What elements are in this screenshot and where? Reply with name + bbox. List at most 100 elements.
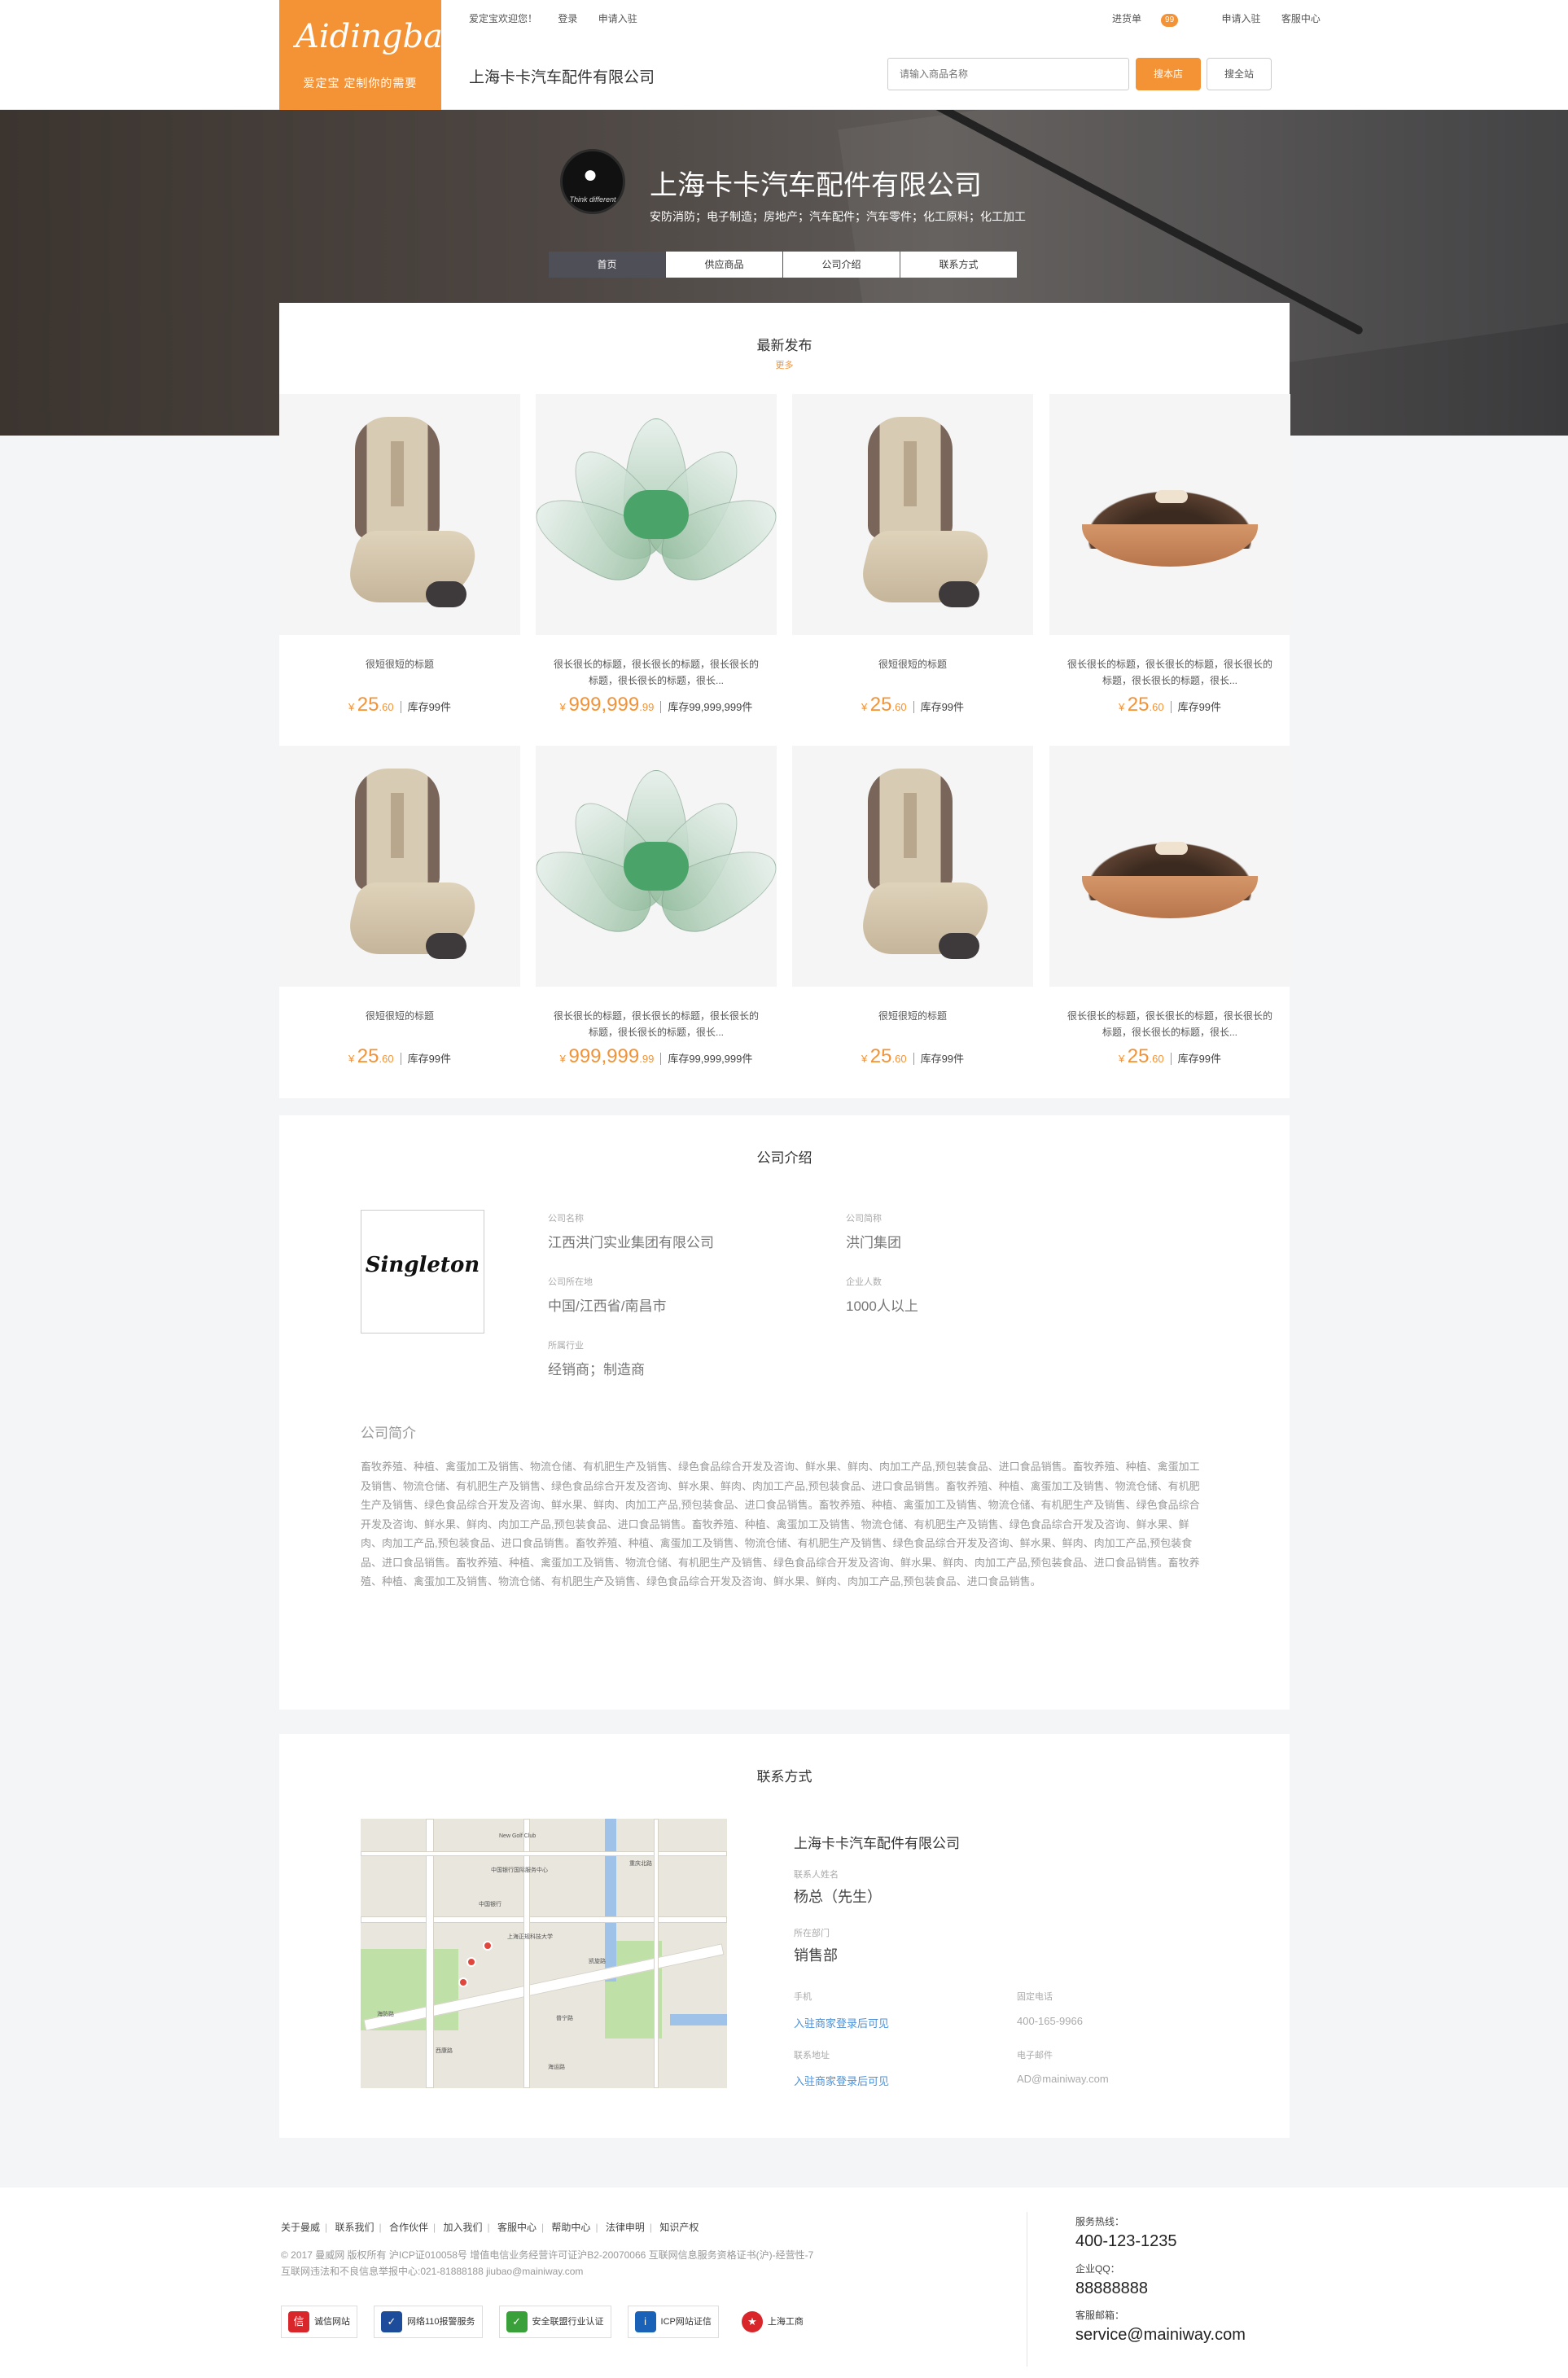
trust-badge[interactable]: 信诚信网站 bbox=[281, 2306, 357, 2338]
contact-email-value: AD@mainiway.com bbox=[1017, 2073, 1109, 2085]
badge-label: 诚信网站 bbox=[314, 2317, 350, 2327]
price-decimal: .60 bbox=[1149, 1053, 1164, 1065]
product-card[interactable]: 很长很长的标题，很长很长的标题，很长很长的标题，很长很长的标题，很长... ¥ 9… bbox=[536, 394, 777, 746]
map-road bbox=[361, 1916, 727, 1923]
footer-link-partners[interactable]: 合作伙伴 bbox=[389, 2222, 428, 2233]
search-all-button[interactable]: 搜全站 bbox=[1207, 58, 1272, 90]
price-integer: 25 bbox=[1127, 694, 1150, 716]
footer-link-service[interactable]: 客服中心 bbox=[497, 2222, 537, 2233]
search-shop-button[interactable]: 搜本店 bbox=[1136, 58, 1201, 90]
product-title[interactable]: 很长很长的标题，很长很长的标题，很长很长的标题，很长很长的标题，很长... bbox=[552, 656, 760, 689]
police-icon: ✓ bbox=[381, 2311, 402, 2332]
price-integer: 25 bbox=[1127, 1045, 1150, 1067]
tab-home[interactable]: 首页 bbox=[549, 252, 665, 278]
shield-icon: ✓ bbox=[506, 2311, 528, 2332]
product-title[interactable]: 很短很短的标题 bbox=[808, 656, 1017, 672]
price-integer: 999,999 bbox=[568, 1045, 640, 1067]
footer-report: 互联网违法和不良信息举报中心:021-81888188 jiubao@maini… bbox=[281, 2266, 584, 2277]
product-title[interactable]: 很短很短的标题 bbox=[296, 656, 504, 672]
product-title[interactable]: 很长很长的标题，很长很长的标题，很长很长的标题，很长很长的标题，很长... bbox=[1066, 1008, 1274, 1040]
price-decimal: .60 bbox=[379, 701, 394, 713]
price-integer: 999,999 bbox=[568, 694, 640, 716]
icp-icon: i bbox=[634, 2311, 656, 2332]
product-title[interactable]: 很长很长的标题，很长很长的标题，很长很长的标题，很长很长的标题，很长... bbox=[1066, 656, 1274, 689]
more-link[interactable]: 更多 bbox=[279, 358, 1290, 371]
police-badge[interactable]: ✓ 网络110报警服务 bbox=[374, 2306, 483, 2338]
footer-link-help[interactable]: 帮助中心 bbox=[551, 2222, 590, 2233]
product-image[interactable] bbox=[279, 746, 520, 987]
footer-link-about[interactable]: 关于曼威 bbox=[281, 2222, 320, 2233]
login-link[interactable]: 登录 bbox=[558, 13, 577, 24]
product-price: ¥ 999,999.99 bbox=[560, 694, 655, 716]
product-image[interactable] bbox=[279, 394, 520, 635]
product-image[interactable] bbox=[536, 746, 777, 987]
map-road bbox=[654, 1819, 659, 2088]
tab-company-intro[interactable]: 公司介绍 bbox=[783, 252, 900, 278]
tab-contact[interactable]: 联系方式 bbox=[900, 252, 1017, 278]
contact-mobile-login-link[interactable]: 入驻商家登录后可见 bbox=[794, 2015, 889, 2030]
product-title[interactable]: 很长很长的标题，很长很长的标题，很长很长的标题，很长很长的标题，很长... bbox=[552, 1008, 760, 1040]
product-price: ¥ 25.60 bbox=[1119, 1045, 1164, 1067]
map-marker-icon[interactable] bbox=[483, 1941, 493, 1951]
contact-phone-label: 固定电话 bbox=[1017, 1992, 1053, 2002]
product-image[interactable] bbox=[536, 394, 777, 635]
site-footer: 关于曼威 | 联系我们 | 合作伙伴 | 加入我们 | 客服中心 | 帮助中心 | 法律申明… bbox=[0, 2187, 1568, 2378]
footer-link-contact[interactable]: 联系我们 bbox=[335, 2222, 374, 2233]
product-card[interactable]: 很短很短的标题 ¥ 25.60 库存99件 bbox=[279, 746, 520, 1097]
product-title[interactable]: 很短很短的标题 bbox=[808, 1008, 1017, 1024]
footer-link-legal[interactable]: 法律申明 bbox=[606, 2222, 645, 2233]
search-input[interactable] bbox=[887, 58, 1129, 90]
product-card[interactable]: 很长很长的标题，很长很长的标题，很长很长的标题，很长很长的标题，很长... ¥ 2… bbox=[1049, 746, 1290, 1097]
contact-phone-value: 400-165-9966 bbox=[1017, 2015, 1083, 2027]
map-label: 中国银行 bbox=[479, 1902, 501, 1907]
product-image[interactable] bbox=[792, 394, 1033, 635]
map-marker-icon[interactable] bbox=[458, 1977, 468, 1987]
company-staff-value: 1000人以上 bbox=[846, 1298, 918, 1314]
top-left-links: 爱定宝欢迎您！ 登录 申请入驻 bbox=[469, 11, 655, 25]
map-marker-icon[interactable] bbox=[466, 1957, 476, 1967]
map-river bbox=[670, 2014, 727, 2025]
qq-value: 88888888 bbox=[1075, 2279, 1148, 2297]
map-label: 中国银行国际服务中心 bbox=[491, 1868, 548, 1873]
cart-link[interactable]: 进货单 99 bbox=[1112, 13, 1196, 27]
product-price: ¥ 999,999.99 bbox=[560, 1045, 655, 1067]
hotline-value: 400-123-1235 bbox=[1075, 2232, 1177, 2250]
map-label: 西康路 bbox=[436, 2048, 453, 2054]
product-title[interactable]: 很短很短的标题 bbox=[296, 1008, 504, 1024]
apply-link[interactable]: 申请入驻 bbox=[598, 13, 637, 24]
apply-right-link[interactable]: 申请入驻 bbox=[1221, 13, 1260, 24]
service-email-value: service@mainiway.com bbox=[1075, 2326, 1246, 2344]
product-image[interactable] bbox=[792, 746, 1033, 987]
product-card[interactable]: 很长很长的标题，很长很长的标题，很长很长的标题，很长很长的标题，很长... ¥ 9… bbox=[536, 746, 777, 1097]
product-image[interactable] bbox=[1049, 394, 1290, 635]
site-logo[interactable]: Aidingbao 爱定宝 定制你的需要 bbox=[279, 0, 462, 110]
service-center-link[interactable]: 客服中心 bbox=[1281, 13, 1321, 24]
product-price: ¥ 25.60 bbox=[348, 694, 394, 716]
emblem-icon: ★ bbox=[741, 2311, 763, 2332]
badge-label: 上海工商 bbox=[767, 2317, 804, 2327]
product-price-row: ¥ 999,999.99 库存99,999,999件 bbox=[536, 694, 777, 716]
product-price-row: ¥ 25.60 库存99件 bbox=[279, 1045, 520, 1068]
product-image[interactable] bbox=[1049, 746, 1290, 987]
company-intro-title: 公司介绍 bbox=[756, 1150, 812, 1166]
contact-company-name: 上海卡卡汽车配件有限公司 bbox=[794, 1836, 960, 1851]
business-badge[interactable]: ★ 上海工商 bbox=[734, 2306, 810, 2338]
location-map[interactable]: New Golf Club 中国银行国际服务中心 上海正规科技大学 普宁路 海防… bbox=[361, 1819, 727, 2088]
product-card[interactable]: 很长很长的标题，很长很长的标题，很长很长的标题，很长很长的标题，很长... ¥ 2… bbox=[1049, 394, 1290, 746]
contact-dept-label: 所在部门 bbox=[794, 1929, 830, 1938]
product-card[interactable]: 很短很短的标题 ¥ 25.60 库存99件 bbox=[792, 746, 1033, 1097]
icp-badge[interactable]: i ICP网站证信 bbox=[627, 2306, 719, 2338]
product-price: ¥ 25.60 bbox=[348, 1045, 394, 1067]
product-card[interactable]: 很短很短的标题 ¥ 25.60 库存99件 bbox=[279, 394, 520, 746]
price-decimal: .60 bbox=[1149, 701, 1164, 713]
footer-link-join[interactable]: 加入我们 bbox=[443, 2222, 482, 2233]
hotline-label: 服务热线： bbox=[1075, 2216, 1125, 2227]
footer-link-ip[interactable]: 知识产权 bbox=[659, 2222, 699, 2233]
map-label: 海防路 bbox=[377, 2012, 394, 2017]
product-card[interactable]: 很短很短的标题 ¥ 25.60 库存99件 bbox=[792, 394, 1033, 746]
contact-address-login-link[interactable]: 入驻商家登录后可见 bbox=[794, 2073, 889, 2088]
security-badge[interactable]: ✓ 安全联盟行业认证 bbox=[498, 2306, 611, 2338]
tab-products[interactable]: 供应商品 bbox=[666, 252, 782, 278]
contact-address-label: 联系地址 bbox=[794, 2051, 830, 2060]
product-price: ¥ 25.60 bbox=[861, 694, 907, 716]
